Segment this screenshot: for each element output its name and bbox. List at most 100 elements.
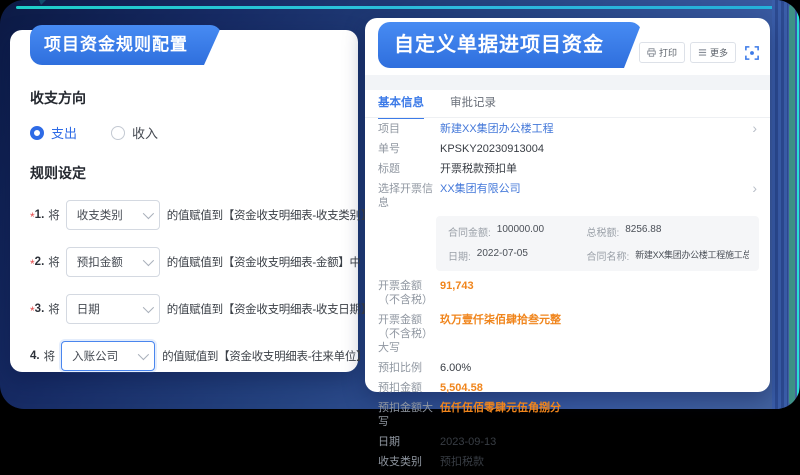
rules-section-label: 规则设定 <box>30 163 342 183</box>
rule-2-field-value: 预扣金额 <box>77 254 123 270</box>
row-project: 项目 新建XX集团办公楼工程 › <box>378 122 759 136</box>
radio-income[interactable]: 收入 <box>111 123 158 142</box>
radio-income-label: 收入 <box>132 123 158 142</box>
withhold-amount-value: 5,504.58 <box>440 381 759 395</box>
row-category: 收支类别 预扣税款 <box>378 455 759 469</box>
right-panel-title: 自定义单据进项目资金 <box>394 34 604 56</box>
row-title: 标题 开票税款预扣单 <box>378 162 759 176</box>
title-value: 开票税款预扣单 <box>440 162 759 176</box>
field-label: 开票金额（不含税） <box>378 279 440 307</box>
rule-number: 3. <box>35 303 45 315</box>
frame-top-accent-line <box>16 6 774 9</box>
printer-icon <box>647 48 656 57</box>
category-value: 预扣税款 <box>440 455 759 469</box>
field-label: 项目 <box>378 122 440 136</box>
custom-document-panel: 自定义单据进项目资金 打印 更多 <box>365 18 770 392</box>
direction-radio-group: 支出 收入 <box>30 123 342 142</box>
fund-rule-config-panel: 项目资金规则配置 收支方向 支出 收入 规则设定 * 1. 将 收 <box>10 30 358 372</box>
radio-expense-label: 支出 <box>51 123 77 142</box>
rule-number: 4. <box>30 350 40 362</box>
row-invoice-amount: 开票金额（不含税） 91,743 <box>378 279 759 307</box>
radio-unselected-icon <box>111 126 125 140</box>
rule-number: 2. <box>35 256 45 268</box>
rule-1-field-value: 收支类别 <box>77 207 123 223</box>
rule-prefix: 将 <box>48 301 60 317</box>
withhold-amount-caps-value: 伍仟伍佰零肆元伍角捌分 <box>440 401 759 415</box>
print-button[interactable]: 打印 <box>639 42 685 63</box>
row-withhold-amount-caps: 预扣金额大写 伍仟伍佰零肆元伍角捌分 <box>378 401 759 429</box>
field-label: 收支类别 <box>378 455 440 469</box>
withhold-ratio-value: 6.00% <box>440 361 759 375</box>
rule-prefix: 将 <box>48 207 60 223</box>
rule-suffix-text: 的值赋值到【资金收支明细表-金额】中 <box>167 254 361 270</box>
chevron-right-icon[interactable]: › <box>752 181 757 195</box>
chevron-right-icon[interactable]: › <box>752 121 757 135</box>
frame-right-cyan-line <box>797 8 799 401</box>
contract-date: 日期: 2022-07-05 <box>448 248 586 263</box>
right-panel-title-badge: 自定义单据进项目资金 <box>378 22 642 68</box>
contract-name: 合同名称: 新建XX集团办公楼工程施工总承包合同 <box>586 248 749 263</box>
chevron-down-icon <box>143 208 154 219</box>
doc-no-value: KPSKY20230913004 <box>440 142 759 156</box>
row-doc-no: 单号 KPSKY20230913004 <box>378 142 759 156</box>
chevron-down-icon <box>138 349 149 360</box>
rule-4-field-select[interactable]: 入账公司 <box>61 341 155 371</box>
rule-4-field-value: 入账公司 <box>72 348 118 364</box>
tab-divider <box>365 117 770 118</box>
radio-selected-icon <box>30 126 44 140</box>
rule-suffix-text: 的值赋值到【资金收支明细表-往来单位】中 <box>162 348 378 364</box>
field-label: 预扣金额大写 <box>378 401 440 429</box>
direction-section-label: 收支方向 <box>30 88 342 108</box>
rule-prefix: 将 <box>44 348 56 364</box>
contract-amount: 合同金额: 100000.00 <box>448 224 586 239</box>
rule-2-field-select[interactable]: 预扣金额 <box>66 247 160 277</box>
detail-rows: 项目 新建XX集团办公楼工程 › 单号 KPSKY20230913004 标题 … <box>378 122 759 475</box>
row-withhold-ratio: 预扣比例 6.00% <box>378 361 759 375</box>
row-invoice-info: 选择开票信息 XX集团有限公司 › <box>378 182 759 210</box>
field-label: 选择开票信息 <box>378 182 440 210</box>
row-withhold-amount: 预扣金额 5,504.58 <box>378 381 759 395</box>
field-label: 标题 <box>378 162 440 176</box>
rule-row-3: * 3. 将 日期 的值赋值到【资金收支明细表-收支日期】中 <box>30 294 342 324</box>
left-panel-title: 项目资金规则配置 <box>44 35 188 54</box>
header-band <box>365 75 770 90</box>
contract-summary-box: 合同金额: 100000.00 总税额: 8256.88 日期: 2022-07… <box>436 216 759 271</box>
field-label: 单号 <box>378 142 440 156</box>
chevron-down-icon <box>143 302 154 313</box>
invoice-company-link[interactable]: XX集团有限公司 <box>440 182 759 196</box>
field-label: 开票金额（不含税）大写 <box>378 313 440 355</box>
invoice-amount-value: 91,743 <box>440 279 759 293</box>
date-value: 2023-09-13 <box>440 435 759 449</box>
tab-basic-info[interactable]: 基本信息 <box>378 94 424 119</box>
print-button-label: 打印 <box>659 46 677 59</box>
rule-1-field-select[interactable]: 收支类别 <box>66 200 160 230</box>
rule-suffix-text: 的值赋值到【资金收支明细表-收支类别】中 <box>167 207 383 223</box>
field-label: 预扣金额 <box>378 381 440 395</box>
row-invoice-amount-caps: 开票金额（不含税）大写 玖万壹仟柒佰肆拾叁元整 <box>378 313 759 355</box>
rule-prefix: 将 <box>48 254 60 270</box>
invoice-amount-caps-value: 玖万壹仟柒佰肆拾叁元整 <box>440 313 759 327</box>
project-link[interactable]: 新建XX集团办公楼工程 <box>440 122 759 136</box>
more-button-label: 更多 <box>710 46 728 59</box>
rule-suffix-text: 的值赋值到【资金收支明细表-收支日期】中 <box>167 301 383 317</box>
tab-approval-record[interactable]: 审批记录 <box>450 94 496 119</box>
left-panel-title-badge: 项目资金规则配置 <box>30 25 222 65</box>
rule-3-field-select[interactable]: 日期 <box>66 294 160 324</box>
frame-right-striped-band <box>772 0 788 409</box>
rule-3-field-value: 日期 <box>77 301 100 317</box>
more-button[interactable]: 更多 <box>690 42 736 63</box>
rule-row-4: 4. 将 入账公司 的值赋值到【资金收支明细表-往来单位】中 <box>30 341 342 371</box>
chevron-down-icon <box>143 255 154 266</box>
radio-expense[interactable]: 支出 <box>30 123 77 142</box>
rule-number: 1. <box>35 209 45 221</box>
frame-right-teal-strip <box>789 4 795 405</box>
screenshot-stage: 项目资金规则配置 收支方向 支出 收入 规则设定 * 1. 将 收 <box>0 0 800 409</box>
more-menu-icon <box>698 48 707 57</box>
contract-tax: 总税额: 8256.88 <box>586 224 749 239</box>
panel-toolbar: 打印 更多 <box>639 42 759 63</box>
rule-row-1: * 1. 将 收支类别 的值赋值到【资金收支明细表-收支类别】中 <box>30 200 342 230</box>
tab-bar: 基本信息 审批记录 <box>378 94 496 119</box>
field-label: 日期 <box>378 435 440 449</box>
row-date: 日期 2023-09-13 <box>378 435 759 449</box>
fullscreen-expand-icon[interactable] <box>745 46 759 60</box>
